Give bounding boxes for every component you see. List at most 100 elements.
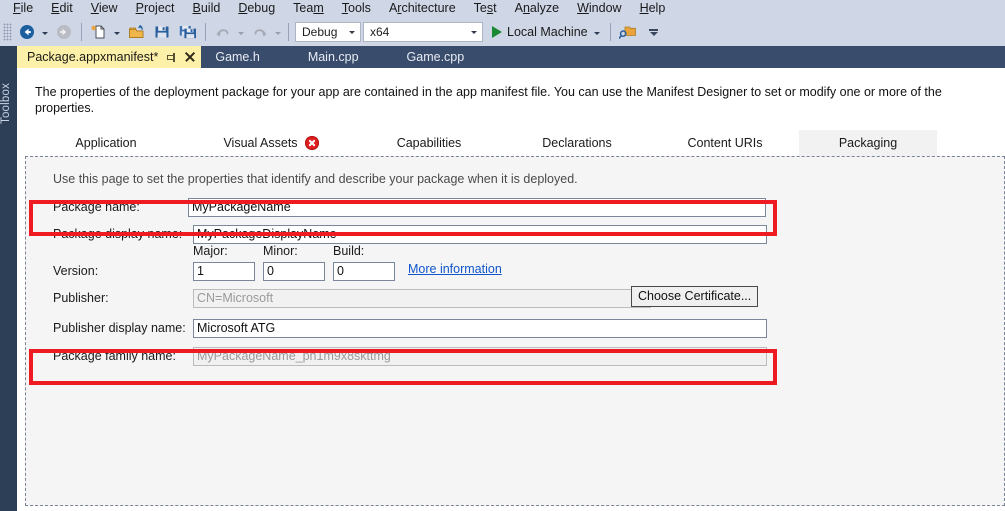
package-name-label: Package name:: [53, 200, 140, 214]
tab-game-h[interactable]: Game.h: [201, 46, 283, 68]
more-information-link[interactable]: More information: [408, 262, 502, 276]
choose-certificate-button[interactable]: Choose Certificate...: [631, 286, 759, 307]
tab-content-uris[interactable]: Content URIs: [651, 130, 799, 156]
visual-studio-window: File Edit View Project Build Debug Team …: [0, 0, 1005, 511]
find-in-files-button[interactable]: [615, 20, 641, 44]
designer-tab-row: Application Visual Assets Capabilities D…: [25, 130, 1005, 156]
menu-edit[interactable]: Edit: [42, 0, 82, 18]
tab-label: Package.appxmanifest*: [27, 50, 159, 64]
package-display-name-input[interactable]: [193, 224, 767, 244]
undo-arrow-icon: [216, 29, 229, 37]
publisher-display-name-input[interactable]: [193, 318, 767, 338]
version-label: Version:: [53, 264, 99, 278]
designer-intro-text: The properties of the deployment package…: [35, 85, 942, 115]
open-file-button[interactable]: [123, 20, 149, 44]
redo-dropdown-icon[interactable]: [275, 31, 281, 35]
new-item-button[interactable]: [86, 20, 112, 44]
menu-file[interactable]: File: [4, 0, 42, 18]
tab-label: Declarations: [542, 136, 612, 150]
navigate-forward-button[interactable]: [51, 20, 77, 44]
find-in-files-icon: [618, 26, 636, 39]
version-major-input[interactable]: [193, 261, 255, 281]
tab-label: Game.h: [215, 50, 260, 64]
tab-label: Content URIs: [687, 136, 763, 150]
solution-platform-combobox[interactable]: x64: [363, 22, 483, 42]
tab-label: Capabilities: [396, 136, 462, 150]
toolbox-rail[interactable]: Toolbox: [0, 46, 17, 511]
tab-label: Game.cpp: [406, 50, 465, 64]
standard-toolbar: Debug x64 Local Machine: [0, 18, 1005, 46]
menu-architecture[interactable]: Architecture: [380, 0, 465, 18]
menu-analyze[interactable]: Analyze: [506, 0, 568, 18]
menu-build[interactable]: Build: [184, 0, 230, 18]
publisher-row: Publisher:: [53, 287, 651, 309]
menu-help[interactable]: Help: [631, 0, 675, 18]
tab-main-cpp[interactable]: Main.cpp: [284, 46, 383, 68]
version-minor-label: Minor:: [263, 244, 298, 258]
save-all-diskettes-icon: [179, 26, 196, 39]
tab-application[interactable]: Application: [25, 130, 187, 156]
navigate-backward-dropdown-icon[interactable]: [42, 31, 48, 35]
solution-configuration-combobox[interactable]: Debug: [295, 22, 361, 42]
tab-capabilities[interactable]: Capabilities: [355, 130, 503, 156]
version-build-input[interactable]: [333, 261, 395, 281]
pin-icon[interactable]: [166, 52, 177, 63]
toolbar-options-button[interactable]: [647, 28, 661, 36]
navigate-backward-button[interactable]: [14, 20, 40, 44]
tab-packaging[interactable]: Packaging: [799, 130, 937, 156]
error-badge-icon: [304, 136, 319, 150]
save-all-button[interactable]: [175, 20, 201, 44]
tab-label: Packaging: [838, 136, 898, 150]
start-debugging-button[interactable]: Local Machine: [487, 21, 606, 43]
menu-view[interactable]: View: [82, 0, 127, 18]
arrow-right-circle-icon: [57, 25, 71, 39]
chevron-down-icon: [649, 31, 658, 36]
menu-team[interactable]: Team: [284, 0, 333, 18]
version-major-label: Major:: [193, 244, 228, 258]
manifest-designer: The properties of the deployment package…: [17, 68, 1005, 511]
menu-tools[interactable]: Tools: [333, 0, 380, 18]
close-icon[interactable]: [183, 50, 197, 64]
start-debugging-dropdown-icon[interactable]: [593, 31, 600, 35]
menu-test[interactable]: Test: [465, 0, 506, 18]
menu-window[interactable]: Window: [568, 0, 630, 18]
package-name-row: Package name:: [53, 196, 766, 218]
toolbar-separator-2: [205, 23, 206, 41]
chevron-down-icon[interactable]: [344, 23, 360, 41]
package-family-name-label: Package family name:: [53, 349, 176, 363]
document-tab-strip: Package.appxmanifest* Game.h Main.cpp Ga…: [17, 46, 1005, 68]
toolbox-label[interactable]: Toolbox: [0, 54, 17, 124]
undo-dropdown-icon[interactable]: [238, 31, 244, 35]
toolbar-separator-1: [81, 23, 82, 41]
tab-label: Application: [75, 136, 137, 150]
toolbar-separator-3: [288, 23, 289, 41]
tab-visual-assets[interactable]: Visual Assets: [187, 130, 355, 156]
toolbar-separator-4: [609, 23, 611, 41]
play-icon: [492, 26, 502, 38]
package-family-name-input: [193, 346, 767, 366]
chevron-down-icon[interactable]: [466, 23, 482, 41]
new-item-dropdown-icon[interactable]: [114, 31, 120, 35]
tab-strip-filler: [488, 46, 1005, 68]
redo-button[interactable]: [247, 20, 273, 44]
publisher-label: Publisher:: [53, 291, 109, 305]
version-row: Version:: [53, 260, 395, 282]
version-build-label: Build:: [333, 244, 365, 258]
save-diskette-icon: [155, 26, 169, 38]
packaging-pane: Use this page to set the properties that…: [25, 156, 1005, 506]
menu-project[interactable]: Project: [127, 0, 184, 18]
version-minor-input[interactable]: [263, 261, 325, 281]
solution-configuration-value: Debug: [302, 25, 338, 39]
packaging-description: Use this page to set the properties that…: [53, 172, 578, 186]
package-name-input[interactable]: [188, 197, 766, 217]
tab-game-cpp[interactable]: Game.cpp: [383, 46, 489, 68]
toolbar-drag-handle[interactable]: [3, 23, 12, 41]
solution-platform-value: x64: [370, 25, 390, 39]
undo-button[interactable]: [210, 20, 236, 44]
tab-label: Visual Assets: [223, 136, 298, 150]
menu-debug[interactable]: Debug: [229, 0, 284, 18]
tab-declarations[interactable]: Declarations: [503, 130, 651, 156]
new-file-icon: [90, 25, 104, 39]
tab-package-appxmanifest[interactable]: Package.appxmanifest*: [17, 46, 202, 68]
save-button[interactable]: [149, 20, 175, 44]
